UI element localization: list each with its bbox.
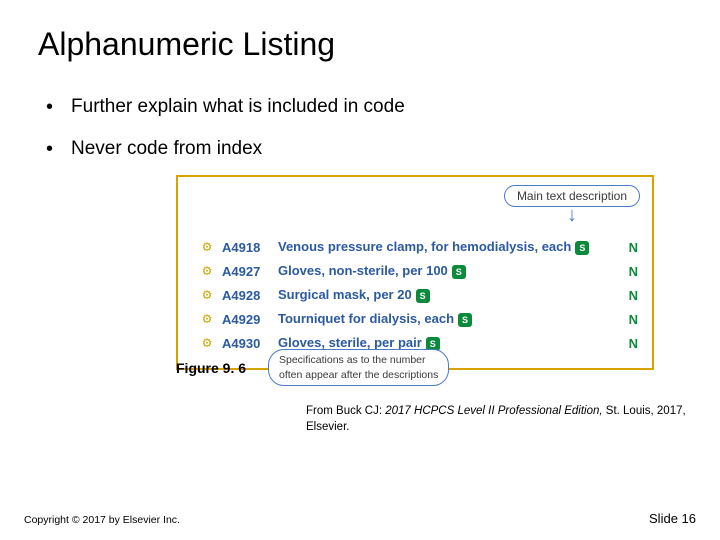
citation-prefix: From Buck CJ: (306, 405, 385, 417)
slide-title: Alphanumeric Listing (38, 26, 335, 63)
code-description: Gloves, non-sterile, per 100S (278, 263, 622, 279)
callout-pill: Specifications as to the number often ap… (268, 349, 449, 386)
code-description: Tourniquet for dialysis, eachS (278, 311, 622, 327)
bullet-text: Never code from index (71, 138, 262, 160)
citation-title: 2017 HCPCS Level II Professional Edition… (385, 405, 602, 417)
gear-icon: ⚙ (200, 264, 214, 278)
code-description: Surgical mask, per 20S (278, 287, 622, 303)
qty-badge-icon: S (458, 313, 472, 327)
gear-icon: ⚙ (200, 336, 214, 350)
code-row: ⚙ A4927 Gloves, non-sterile, per 100S N (200, 259, 638, 283)
bullet-item: Further explain what is included in code (46, 96, 405, 118)
qty-badge-icon: S (416, 289, 430, 303)
n-indicator: N (622, 264, 638, 279)
figure-label: Figure 9. 6 (176, 360, 246, 376)
n-indicator: N (622, 240, 638, 255)
code-list: ⚙ A4918 Venous pressure clamp, for hemod… (200, 235, 638, 355)
code-description: Venous pressure clamp, for hemodialysis,… (278, 239, 622, 255)
slide: Alphanumeric Listing Further explain wha… (0, 0, 720, 540)
bullet-item: Never code from index (46, 138, 405, 160)
n-indicator: N (622, 288, 638, 303)
gear-icon: ⚙ (200, 240, 214, 254)
qty-badge-icon: S (452, 265, 466, 279)
code-number: A4928 (222, 288, 278, 303)
specifications-callout: Specifications as to the number often ap… (268, 349, 449, 386)
bullet-list: Further explain what is included in code… (46, 96, 405, 180)
figure-box: Main text description ↓ ⚙ A4918 Venous p… (176, 175, 654, 370)
gear-icon: ⚙ (200, 312, 214, 326)
citation: From Buck CJ: 2017 HCPCS Level II Profes… (306, 404, 688, 435)
slide-number: Slide 16 (649, 511, 696, 526)
n-indicator: N (622, 336, 638, 351)
n-indicator: N (622, 312, 638, 327)
copyright: Copyright © 2017 by Elsevier Inc. (24, 514, 180, 526)
arrow-down-icon: ↓ (567, 205, 577, 225)
main-text-description-callout: Main text description ↓ (504, 185, 640, 225)
qty-badge-icon: S (575, 241, 589, 255)
code-number: A4918 (222, 240, 278, 255)
code-number: A4927 (222, 264, 278, 279)
code-number: A4929 (222, 312, 278, 327)
code-row: ⚙ A4918 Venous pressure clamp, for hemod… (200, 235, 638, 259)
code-row: ⚙ A4929 Tourniquet for dialysis, eachS N (200, 307, 638, 331)
gear-icon: ⚙ (200, 288, 214, 302)
code-row: ⚙ A4928 Surgical mask, per 20S N (200, 283, 638, 307)
bullet-text: Further explain what is included in code (71, 96, 405, 118)
